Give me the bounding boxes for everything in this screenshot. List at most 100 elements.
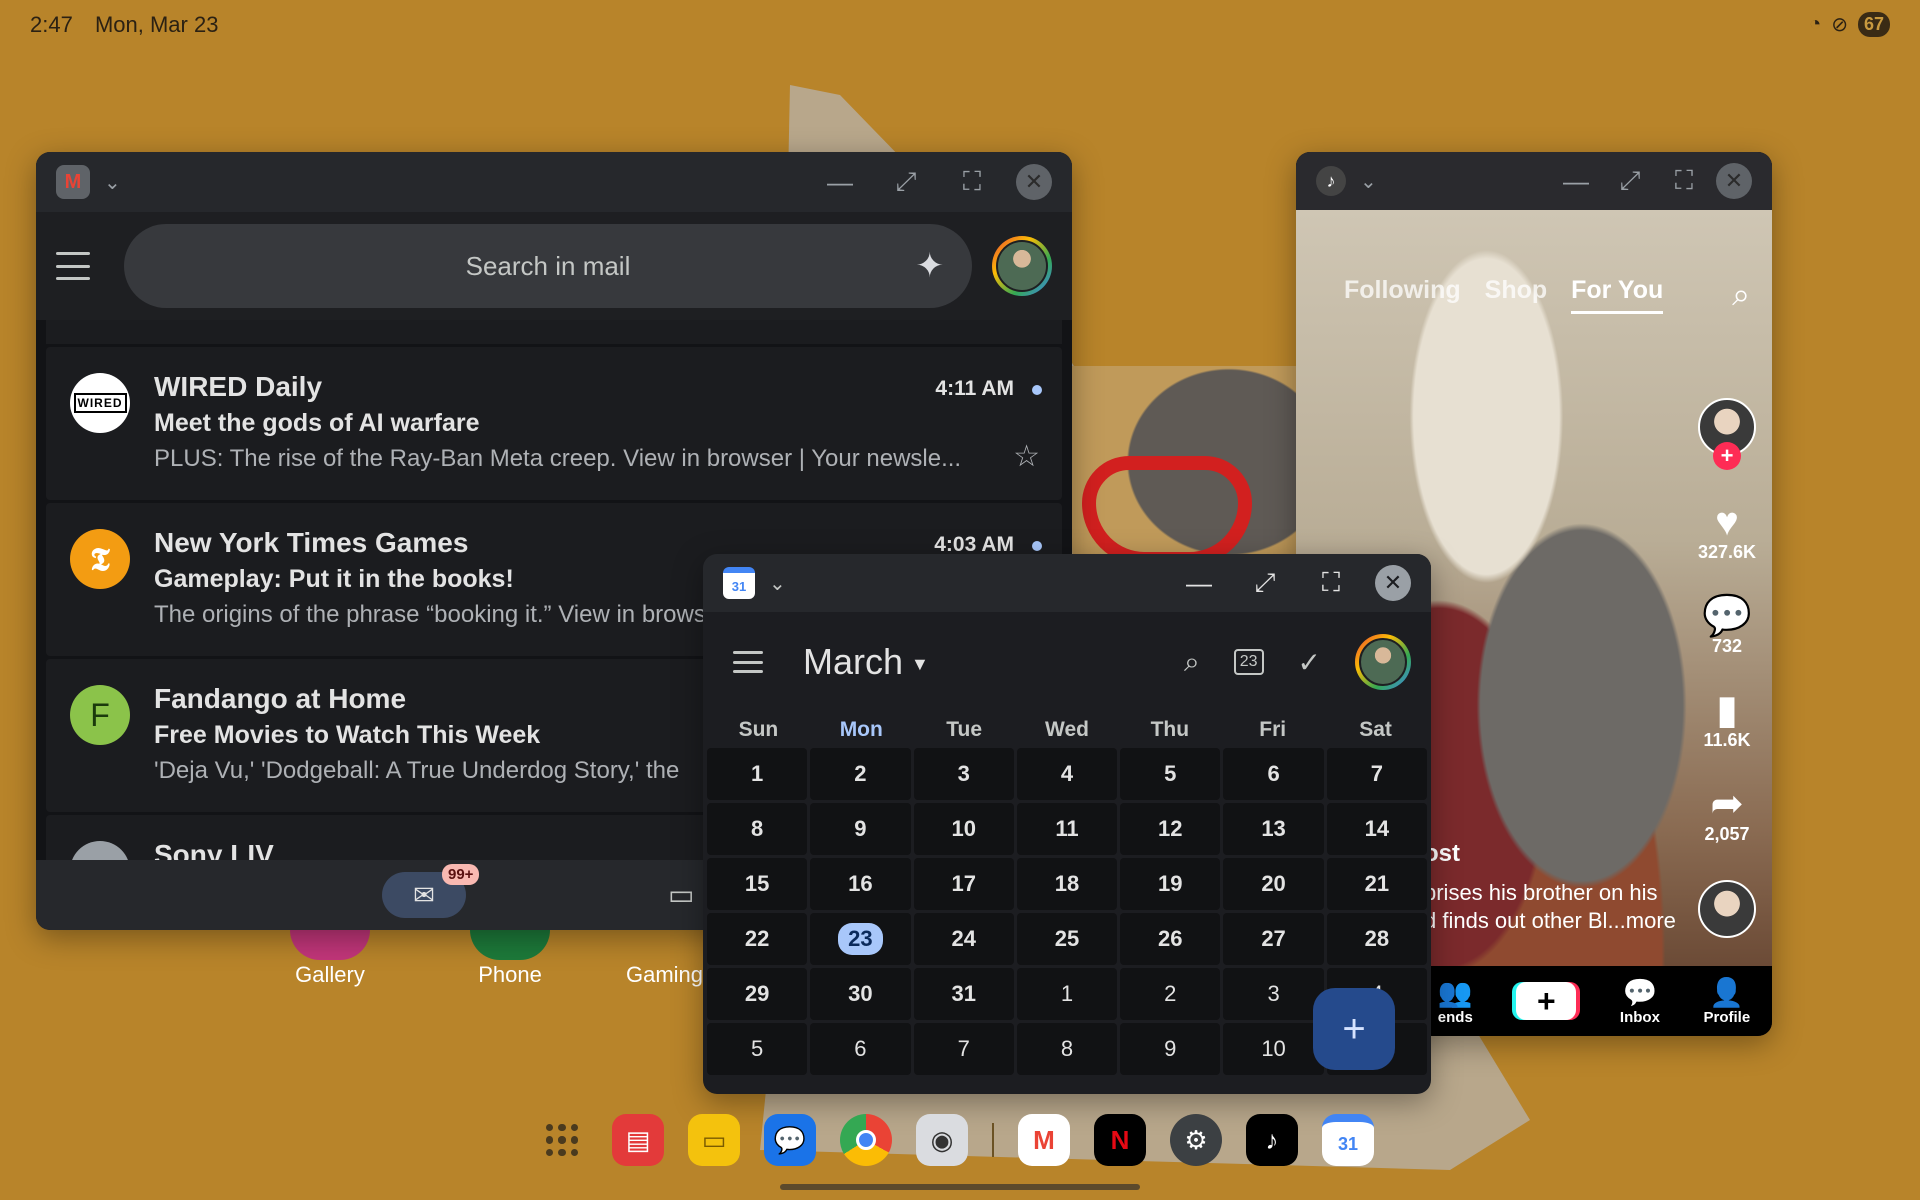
account-avatar[interactable] (1355, 634, 1411, 690)
today-button[interactable]: 23 (1233, 649, 1264, 675)
menu-icon[interactable] (733, 651, 763, 673)
home-gesture-bar[interactable] (780, 1184, 1140, 1190)
day-cell[interactable]: 19 (1120, 858, 1221, 910)
nav-profile[interactable]: 👤 Profile (1703, 976, 1750, 1026)
resize-button[interactable]: ⤢ (1608, 159, 1652, 203)
tab-following[interactable]: Following (1344, 276, 1461, 314)
day-cell[interactable]: 1 (1016, 968, 1118, 1020)
day-cell[interactable]: 5 (1120, 748, 1221, 800)
day-cell[interactable]: 24 (913, 913, 1014, 965)
search-icon[interactable]: ⌕ (1732, 276, 1750, 314)
day-cell[interactable]: 1 (707, 748, 808, 800)
chevron-down-icon[interactable]: ⌄ (769, 571, 786, 596)
files-app-icon[interactable]: ▭ (688, 1114, 740, 1166)
home-label-gallery[interactable]: Gallery (260, 962, 400, 988)
day-cell[interactable]: 9 (1120, 1023, 1221, 1075)
chevron-down-icon[interactable]: ⌄ (104, 170, 121, 195)
day-cell[interactable]: 5 (707, 1023, 808, 1075)
email-row-wired[interactable]: WIRED WIRED Daily Meet the gods of AI wa… (46, 347, 1062, 500)
day-cell[interactable]: 6 (810, 1023, 911, 1075)
tasks-check-icon[interactable]: ✓ (1298, 646, 1321, 679)
fullscreen-button[interactable]: ⛶ (1662, 159, 1706, 203)
save-button[interactable]: ▮ 11.6K (1692, 690, 1762, 751)
create-event-button[interactable]: + (1313, 988, 1395, 1070)
chrome-app-icon[interactable] (840, 1114, 892, 1166)
fullscreen-button[interactable]: ⛶ (950, 160, 994, 204)
day-cell[interactable]: 22 (707, 913, 808, 965)
close-button[interactable]: ✕ (1016, 164, 1052, 200)
menu-icon[interactable] (56, 252, 90, 280)
nav-inbox[interactable]: 💬 Inbox (1620, 976, 1660, 1026)
day-cell[interactable]: 16 (810, 858, 911, 910)
share-button[interactable]: ➦ 2,057 (1692, 784, 1762, 845)
search-input[interactable]: Search in mail ✦ (124, 224, 972, 308)
gmail-app-icon[interactable]: M (56, 165, 90, 199)
netflix-app-icon[interactable]: N (1094, 1114, 1146, 1166)
day-cell[interactable]: 25 (1016, 913, 1118, 965)
day-cell[interactable]: 17 (913, 858, 1014, 910)
day-cell[interactable]: 7 (1326, 748, 1427, 800)
close-button[interactable]: ✕ (1716, 163, 1752, 199)
day-cell[interactable]: 27 (1223, 913, 1324, 965)
comment-button[interactable]: 💬 732 (1692, 596, 1762, 657)
tab-for-you[interactable]: For You (1571, 276, 1664, 314)
day-cell[interactable]: 7 (913, 1023, 1014, 1075)
minimize-button[interactable]: — (818, 160, 862, 204)
tiktok-dock-icon[interactable]: ♪ (1246, 1114, 1298, 1166)
day-cell[interactable]: 28 (1326, 913, 1427, 965)
camera-app-icon[interactable]: ◉ (916, 1114, 968, 1166)
day-cell[interactable]: 10 (913, 803, 1014, 855)
day-cell[interactable]: 9 (810, 803, 911, 855)
calendar-dock-icon[interactable]: 31 (1322, 1114, 1374, 1166)
day-cell[interactable]: 18 (1016, 858, 1118, 910)
day-cell[interactable]: 11 (1016, 803, 1118, 855)
day-cell[interactable]: 6 (1223, 748, 1324, 800)
home-label-gaming[interactable]: Gaming (600, 962, 710, 988)
tiktok-app-icon[interactable]: ♪ (1316, 166, 1346, 196)
day-cell[interactable]: 26 (1120, 913, 1221, 965)
like-button[interactable]: ♥ 327.6K (1692, 502, 1762, 563)
day-cell[interactable]: 23 (810, 913, 911, 965)
day-cell[interactable]: 3 (913, 748, 1014, 800)
month-selector[interactable]: March ▼ (803, 641, 929, 683)
app-drawer-icon[interactable] (536, 1114, 588, 1166)
create-button[interactable]: + (1516, 982, 1577, 1020)
resize-button[interactable]: ⤢ (884, 160, 928, 204)
account-avatar[interactable] (992, 236, 1052, 296)
day-cell[interactable]: 8 (1016, 1023, 1118, 1075)
day-cell[interactable]: 13 (1223, 803, 1324, 855)
meet-video-icon[interactable]: ▭ (668, 878, 694, 911)
day-cell[interactable]: 8 (707, 803, 808, 855)
nav-friends[interactable]: 👥 ends (1438, 976, 1473, 1026)
gemini-sparkle-icon[interactable]: ✦ (916, 246, 945, 286)
minimize-button[interactable]: — (1554, 159, 1598, 203)
day-cell[interactable]: 10 (1223, 1023, 1324, 1075)
creator-avatar[interactable]: + (1692, 398, 1762, 470)
settings-app-icon[interactable]: ⚙ (1170, 1114, 1222, 1166)
day-cell[interactable]: 20 (1223, 858, 1324, 910)
day-cell[interactable]: 31 (913, 968, 1014, 1020)
day-cell[interactable]: 15 (707, 858, 808, 910)
home-label-phone[interactable]: Phone (440, 962, 580, 988)
day-cell[interactable]: 2 (1120, 968, 1221, 1020)
search-icon[interactable]: ⌕ (1184, 646, 1200, 679)
day-cell[interactable]: 21 (1326, 858, 1427, 910)
day-cell[interactable]: 4 (1016, 748, 1118, 800)
chevron-down-icon[interactable]: ⌄ (1360, 169, 1377, 194)
fullscreen-button[interactable]: ⛶ (1309, 561, 1353, 605)
minimize-button[interactable]: — (1177, 561, 1221, 605)
close-button[interactable]: ✕ (1375, 565, 1411, 601)
messages-app-icon[interactable]: 💬 (764, 1114, 816, 1166)
day-cell[interactable]: 12 (1120, 803, 1221, 855)
gmail-dock-icon[interactable]: M (1018, 1114, 1070, 1166)
video-caption[interactable]: prises his brother on his d finds out ot… (1424, 879, 1714, 936)
star-icon[interactable]: ☆ (1013, 439, 1040, 474)
day-cell[interactable]: 29 (707, 968, 808, 1020)
calendar-app-icon[interactable]: 31 (723, 567, 755, 599)
day-cell[interactable]: 30 (810, 968, 911, 1020)
notes-app-icon[interactable]: ▤ (612, 1114, 664, 1166)
tab-shop[interactable]: Shop (1485, 276, 1548, 314)
follow-plus-icon[interactable]: + (1713, 442, 1741, 470)
day-cell[interactable]: 2 (810, 748, 911, 800)
day-cell[interactable]: 14 (1326, 803, 1427, 855)
